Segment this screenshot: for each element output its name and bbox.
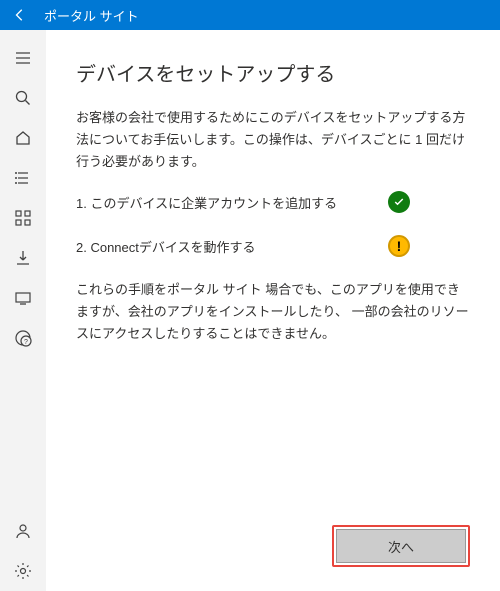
footer: 次へ — [76, 525, 470, 571]
note-text: これらの手順をポータル サイト 場合でも、このアプリを使用できますが、会社のアプ… — [76, 279, 470, 345]
checkmark-icon — [388, 191, 410, 213]
hamburger-icon[interactable] — [0, 38, 46, 78]
setup-step-2: 2. Connectデバイスを動作する ! — [76, 235, 470, 257]
intro-text: お客様の会社で使用するためにこのデバイスをセットアップする方法についてお手伝いし… — [76, 107, 470, 173]
back-button[interactable] — [8, 3, 32, 27]
download-icon[interactable] — [0, 238, 46, 278]
app-title: ポータル サイト — [44, 6, 139, 25]
home-icon[interactable] — [0, 118, 46, 158]
apps-icon[interactable] — [0, 198, 46, 238]
titlebar: ポータル サイト — [0, 0, 500, 30]
page-heading: デバイスをセットアップする — [76, 58, 470, 87]
step-label: 2. Connectデバイスを動作する — [76, 237, 255, 256]
next-button[interactable]: 次へ — [336, 529, 466, 563]
step-label: 1. このデバイスに企業アカウントを追加する — [76, 193, 337, 212]
highlight-annotation: 次へ — [332, 525, 470, 567]
setup-step-1: 1. このデバイスに企業アカウントを追加する — [76, 191, 470, 213]
sidebar: ? — [0, 30, 46, 591]
settings-icon[interactable] — [0, 551, 46, 591]
list-icon[interactable] — [0, 158, 46, 198]
svg-text:?: ? — [24, 339, 28, 346]
warning-icon: ! — [388, 235, 410, 257]
help-icon[interactable]: ? — [0, 318, 46, 358]
main-content: デバイスをセットアップする お客様の会社で使用するためにこのデバイスをセットアッ… — [46, 30, 500, 591]
search-icon[interactable] — [0, 78, 46, 118]
device-icon[interactable] — [0, 278, 46, 318]
profile-icon[interactable] — [0, 511, 46, 551]
